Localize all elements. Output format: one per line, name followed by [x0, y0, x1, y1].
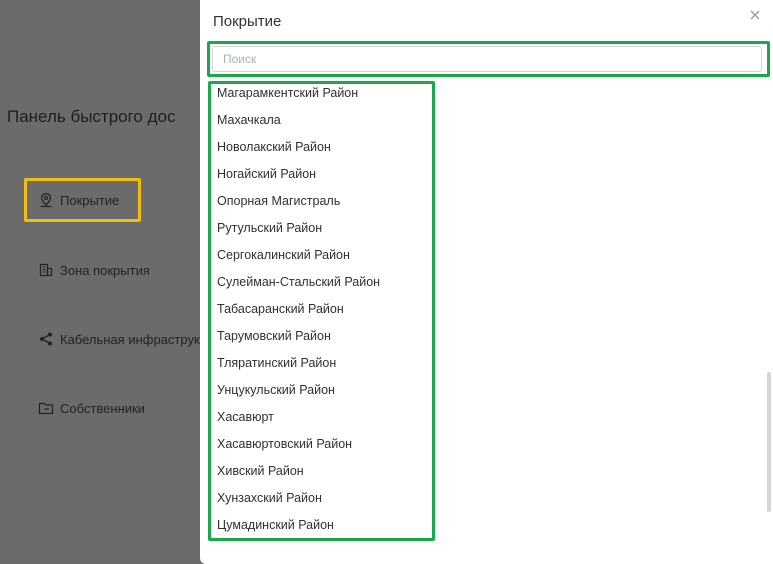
quick-item-label: Кабельная инфраструкт — [60, 331, 206, 347]
modal-title: Покрытие — [213, 13, 282, 30]
list-highlight-box — [208, 81, 435, 541]
quick-item-owners[interactable]: Собственники — [38, 400, 145, 416]
share-nodes-icon — [38, 331, 54, 347]
coverage-highlight-box — [24, 178, 141, 222]
scrollbar-thumb[interactable] — [767, 372, 771, 512]
quick-item-label: Зона покрытия — [60, 262, 150, 278]
quick-access-panel-title: Панель быстрого дос — [7, 107, 176, 126]
quick-item-cable-infrastructure[interactable]: Кабельная инфраструкт — [38, 331, 206, 347]
folder-icon — [38, 400, 54, 416]
quick-item-coverage-zone[interactable]: Зона покрытия — [38, 262, 150, 278]
quick-item-label: Собственники — [60, 400, 145, 416]
coverage-modal: Покрытие Магарамкентский РайонМахачкалаН… — [200, 0, 773, 564]
search-highlight-box — [207, 41, 770, 77]
building-icon — [38, 262, 54, 278]
close-icon[interactable] — [748, 8, 762, 22]
